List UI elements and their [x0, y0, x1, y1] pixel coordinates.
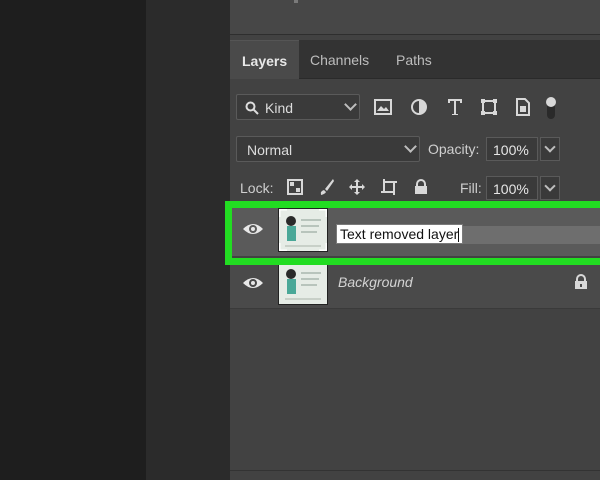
- filter-toggle-icon[interactable]: [544, 94, 558, 122]
- panel-gutter: [146, 0, 230, 480]
- filter-shape-icon[interactable]: [478, 96, 500, 118]
- lock-row: Lock: Fill: 100%: [230, 176, 600, 200]
- search-icon: [245, 101, 259, 115]
- chevron-down-icon: [404, 140, 417, 153]
- blend-mode-label: Normal: [247, 142, 293, 158]
- panel-top-strip: [230, 0, 600, 35]
- lock-position-icon[interactable]: [346, 176, 368, 198]
- lock-artboard-icon[interactable]: [378, 176, 400, 198]
- layer-row-background[interactable]: Background: [230, 258, 600, 309]
- filter-pixel-icon[interactable]: [372, 96, 394, 118]
- filter-row: Kind: [230, 94, 600, 122]
- opacity-label: Opacity:: [428, 141, 480, 157]
- lock-icon: [575, 274, 587, 289]
- blend-mode-select[interactable]: Normal: [236, 136, 420, 162]
- panel-tab-bar: Layers Channels Paths: [230, 40, 600, 79]
- lock-label: Lock:: [240, 180, 274, 196]
- tab-paths[interactable]: Paths: [396, 40, 432, 78]
- blend-row: Normal Opacity: 100%: [230, 136, 600, 164]
- opacity-dropdown-button[interactable]: [540, 137, 560, 161]
- lock-all-icon[interactable]: [410, 176, 432, 198]
- lock-image-pixels-icon[interactable]: [316, 176, 338, 198]
- opacity-input[interactable]: 100%: [486, 137, 538, 161]
- filter-type-icon[interactable]: [444, 96, 466, 118]
- chevron-down-icon: [344, 98, 357, 111]
- fill-input[interactable]: 100%: [486, 176, 538, 200]
- filter-kind-label: Kind: [265, 100, 294, 116]
- lock-transparent-pixels-icon[interactable]: [284, 176, 306, 198]
- layer-thumbnail: [278, 261, 328, 305]
- panel-bottom-divider: [230, 470, 600, 471]
- tab-channels[interactable]: Channels: [310, 40, 369, 78]
- highlight-frame: [225, 201, 600, 265]
- filter-kind-select[interactable]: Kind: [236, 94, 360, 120]
- fill-label: Fill:: [460, 180, 482, 196]
- canvas-area: [0, 0, 146, 480]
- filter-adjustment-icon[interactable]: [408, 96, 430, 118]
- fill-dropdown-button[interactable]: [540, 176, 560, 200]
- layer-name[interactable]: Background: [338, 274, 413, 290]
- filter-smart-object-icon[interactable]: [512, 96, 534, 118]
- tab-layers[interactable]: Layers: [230, 40, 300, 79]
- eye-icon[interactable]: [242, 274, 264, 292]
